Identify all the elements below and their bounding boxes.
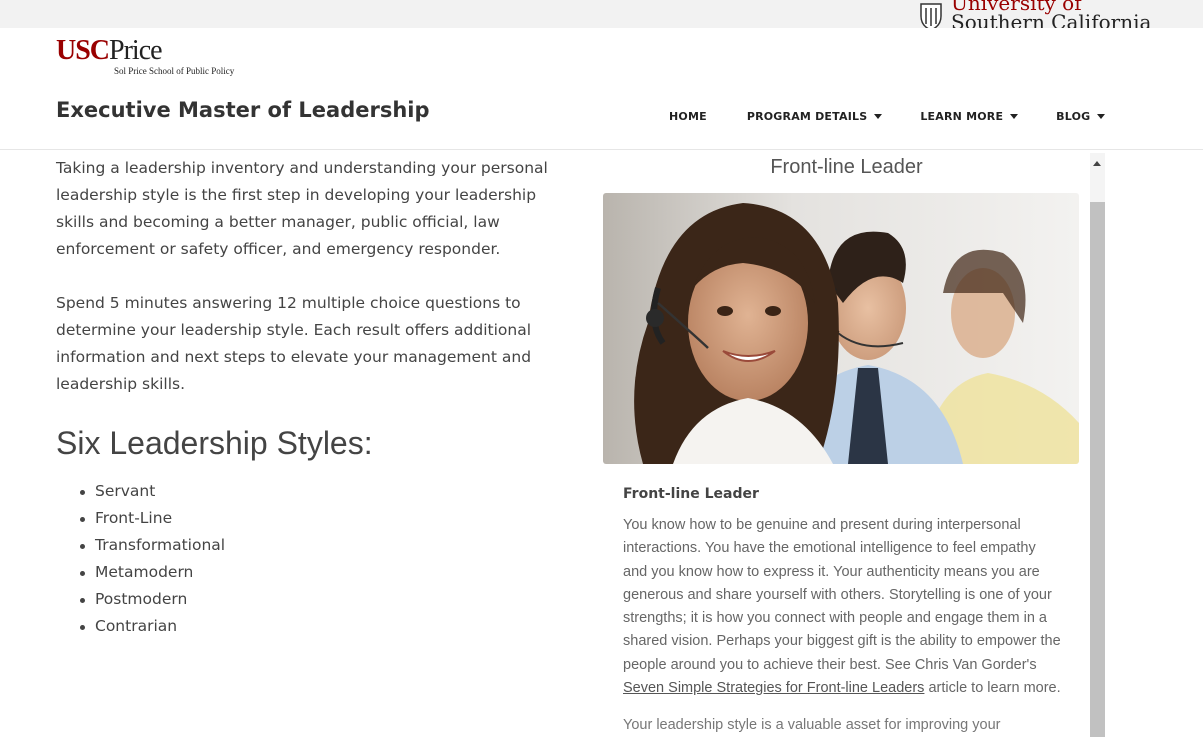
list-item: Servant [80,478,576,505]
result-body-end: article to learn more. [924,680,1061,697]
usc-university-logo[interactable]: University of Southern California [915,0,1151,28]
nav-learn-more-label: LEARN MORE [920,110,1004,123]
result-scrollbar[interactable] [1090,153,1105,737]
nav-home-label: HOME [669,110,707,123]
intro-paragraph: Taking a leadership inventory and unders… [56,159,548,258]
main-navigation: HOME PROGRAM DETAILS LEARN MORE BLOG [669,110,1106,123]
brand-price: Price [109,35,163,66]
list-item: Transformational [80,532,576,559]
result-body-text: You know how to be genuine and present d… [623,517,1061,673]
brand-subtitle: Sol Price School of Public Policy [114,66,235,76]
strategies-article-link[interactable]: Seven Simple Strategies for Front-line L… [623,680,924,696]
quiz-description: Spend 5 minutes answering 12 multiple ch… [56,294,532,393]
nav-learn-more[interactable]: LEARN MORE [920,110,1019,123]
list-item: Metamodern [80,559,576,586]
usc-wordmark: University of Southern California [951,0,1151,28]
list-item: Postmodern [80,586,576,613]
main-content: Taking a leadership inventory and unders… [56,155,576,640]
result-subtitle: Front-line Leader [623,486,759,502]
site-title[interactable]: Executive Master of Leadership [56,98,430,122]
usc-wordmark-line2: Southern California [951,10,1152,28]
result-title: Front-line Leader [770,156,923,178]
usc-price-logo[interactable]: USCPrice Sol Price School of Public Poli… [56,36,235,77]
nav-blog[interactable]: BLOG [1056,110,1106,123]
result-photo [603,193,1079,464]
list-item: Front-Line [80,505,576,532]
top-utility-bar: University of Southern California [0,0,1203,28]
scrollbar-thumb[interactable] [1090,202,1105,737]
nav-program-details[interactable]: PROGRAM DETAILS [747,110,883,123]
caret-down-icon [874,114,883,119]
nav-home[interactable]: HOME [669,110,707,123]
styles-heading: Six Leadership Styles: [56,425,373,461]
result-description: You know how to be genuine and present d… [623,514,1063,700]
quiz-result-panel: Front-line Leader Front-line Leader You … [603,153,1090,737]
styles-list: Servant Front-Line Transformational Meta… [56,478,576,640]
caret-down-icon [1097,114,1106,119]
usc-seal-icon [920,3,942,28]
scroll-up-arrow-icon[interactable] [1093,161,1101,166]
result-continuation: Your leadership style is a valuable asse… [623,717,1001,734]
site-header: USCPrice Sol Price School of Public Poli… [0,28,1203,150]
call-center-photo [603,193,1079,464]
nav-program-details-label: PROGRAM DETAILS [746,110,868,123]
caret-down-icon [1010,114,1019,119]
nav-blog-label: BLOG [1056,110,1091,123]
brand-usc: USC [56,35,110,66]
list-item: Contrarian [80,613,576,640]
brand-wordmark: USCPrice [56,36,234,66]
